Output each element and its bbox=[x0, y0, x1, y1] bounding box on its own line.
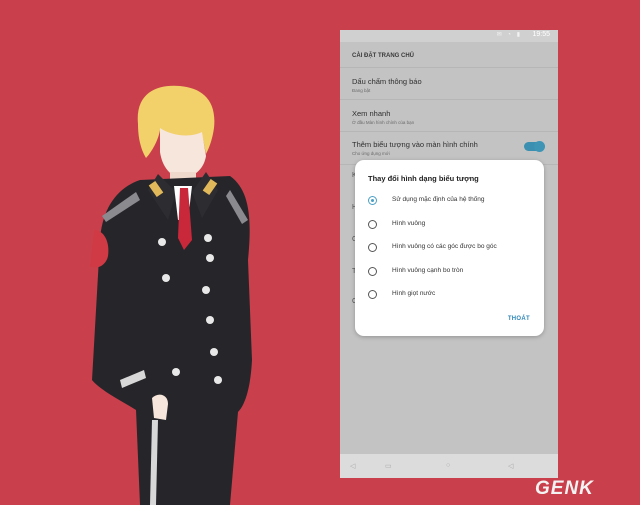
setting-add-icon-title[interactable]: Thêm biểu tượng vào màn hình chính bbox=[352, 140, 478, 149]
coat bbox=[92, 176, 252, 505]
option-rounded-corner-square[interactable]: Hình vuông có các góc được bo góc bbox=[368, 241, 538, 257]
add-icon-toggle[interactable] bbox=[524, 141, 545, 152]
dialog-title: Thay đổi hình dạng biểu tượng bbox=[368, 174, 479, 183]
nav-back-icon[interactable]: ◁ bbox=[508, 462, 513, 470]
option-label: Hình vuông bbox=[392, 220, 426, 227]
option-square[interactable]: Hình vuông bbox=[368, 218, 538, 234]
nav-bar: ◁ ▭ ○ ◁ bbox=[340, 454, 558, 478]
genk-logo: GENK bbox=[535, 478, 594, 499]
status-bar: ✉ ◔ ▮ 19:55 bbox=[340, 30, 558, 42]
status-icons: ✉ ◔ ▮ bbox=[496, 32, 522, 38]
nav-home-icon[interactable]: ○ bbox=[446, 462, 450, 469]
radio-unselected[interactable] bbox=[368, 243, 377, 252]
toggle-knob bbox=[534, 141, 545, 152]
radio-unselected[interactable] bbox=[368, 267, 377, 276]
radio-selected[interactable] bbox=[368, 196, 377, 205]
divider bbox=[340, 131, 558, 132]
setting-add-icon-subtitle: Cho ứng dụng mới bbox=[352, 151, 390, 156]
divider bbox=[340, 99, 558, 100]
face bbox=[160, 128, 206, 178]
option-label: Hình vuông cạnh bo tròn bbox=[392, 267, 464, 274]
option-teardrop[interactable]: Hình giọt nước bbox=[368, 288, 538, 304]
status-time: 19:55 bbox=[532, 31, 550, 38]
hand bbox=[152, 394, 168, 420]
settings-title: CÀI ĐẶT TRANG CHỦ bbox=[352, 53, 414, 59]
option-label: Sử dụng mặc định của hệ thống bbox=[392, 196, 485, 203]
divider bbox=[340, 67, 558, 68]
uniform-illustration bbox=[90, 85, 252, 505]
option-system-default[interactable]: Sử dụng mặc định của hệ thống bbox=[368, 194, 538, 210]
setting-badge-title[interactable]: Dấu chấm thông báo bbox=[352, 77, 422, 86]
option-label: Hình giọt nước bbox=[392, 290, 436, 297]
setting-badge-subtitle: Đang bật bbox=[352, 88, 371, 93]
option-label: Hình vuông có các góc được bo góc bbox=[392, 243, 497, 250]
nav-back-icon[interactable]: ◁ bbox=[350, 462, 355, 470]
option-squircle[interactable]: Hình vuông cạnh bo tròn bbox=[368, 265, 538, 281]
icon-shape-dialog: Thay đổi hình dạng biểu tượng Sử dụng mặ… bbox=[355, 160, 544, 336]
nav-recents-icon[interactable]: ▭ bbox=[385, 462, 392, 470]
setting-preview-subtitle: Ở đầu Màn hình chính của bạn bbox=[352, 120, 415, 125]
setting-preview-title[interactable]: Xem nhanh bbox=[352, 109, 390, 118]
radio-unselected[interactable] bbox=[368, 220, 377, 229]
radio-unselected[interactable] bbox=[368, 290, 377, 299]
exit-button[interactable]: THOÁT bbox=[508, 316, 530, 322]
